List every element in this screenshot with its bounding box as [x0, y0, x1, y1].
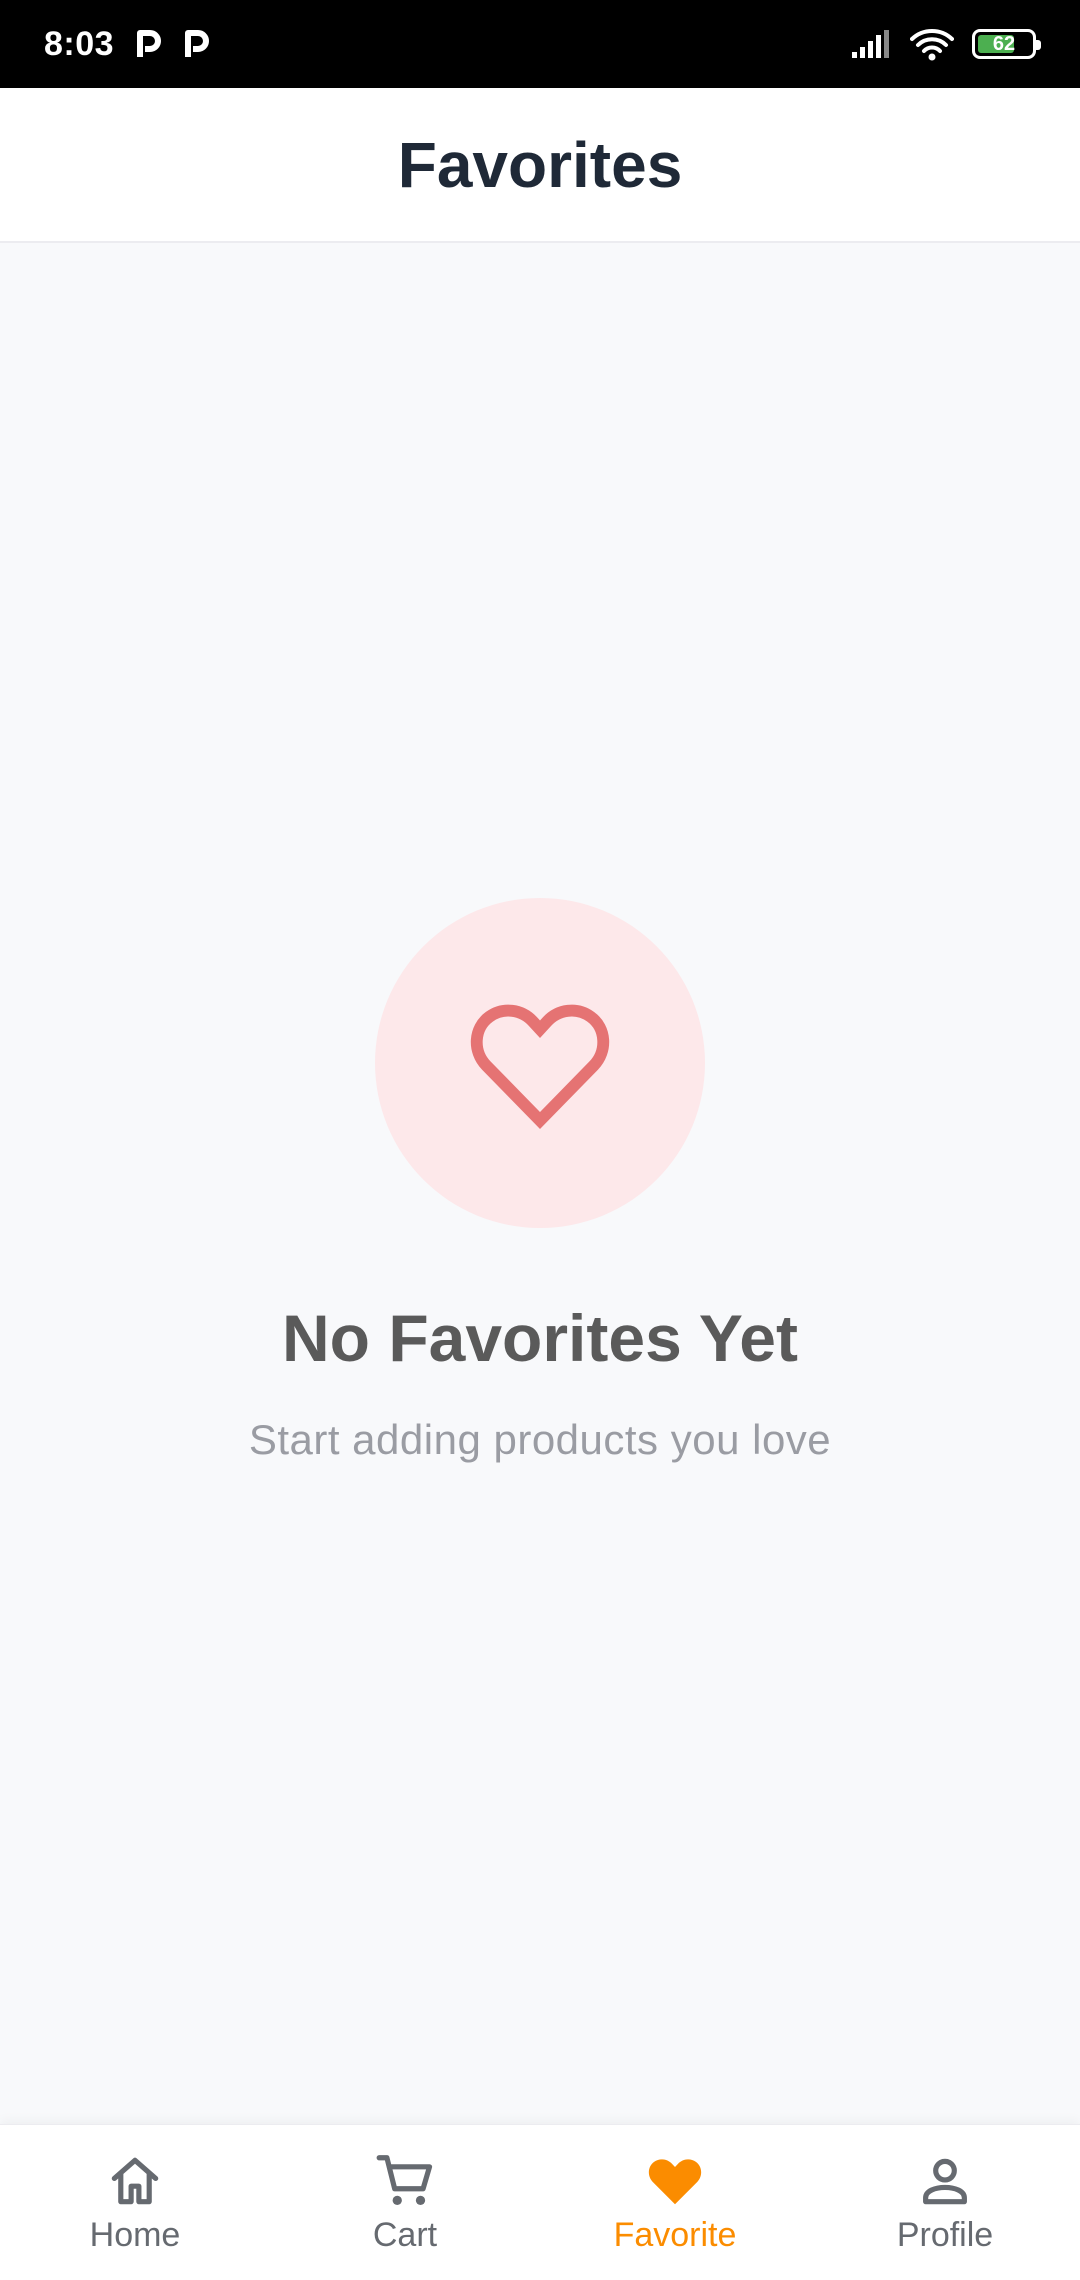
nav-label-home: Home — [89, 2216, 181, 2254]
nav-label-favorite: Favorite — [613, 2216, 737, 2254]
status-left: 8:03 — [44, 25, 210, 64]
status-bar: 8:03 62 — [0, 0, 1080, 88]
bottom-nav: Home Cart Favorite Profile — [0, 2124, 1080, 2280]
nav-item-favorite[interactable]: Favorite — [540, 2125, 810, 2280]
nav-item-profile[interactable]: Profile — [810, 2125, 1080, 2280]
status-time: 8:03 — [44, 24, 115, 63]
heart-outline-icon — [470, 1004, 610, 1129]
status-right: 62 — [850, 27, 1041, 61]
app-bar: Favorites — [0, 88, 1080, 243]
home-icon — [111, 2157, 159, 2205]
battery-level: 62 — [992, 32, 1016, 55]
empty-state: No Favorites Yet Start adding products y… — [0, 898, 1080, 1464]
nav-label-profile: Profile — [896, 2216, 994, 2254]
empty-state-title: No Favorites Yet — [282, 1301, 798, 1375]
favorites-screen: 8:03 62 Favorites No Favorites Yet Start… — [0, 0, 1080, 2280]
signal-icon — [852, 30, 889, 58]
parking-icon — [185, 30, 209, 57]
wifi-icon — [910, 29, 954, 61]
heart-icon — [648, 2159, 702, 2205]
parking-icon — [137, 30, 161, 57]
page-title: Favorites — [397, 128, 683, 201]
empty-state-subtitle: Start adding products you love — [248, 1416, 832, 1463]
heart-circle — [375, 898, 705, 1228]
person-icon — [923, 2158, 967, 2205]
cart-icon — [376, 2155, 433, 2206]
battery-icon: 62 — [972, 29, 1041, 59]
nav-item-home[interactable]: Home — [0, 2125, 270, 2280]
nav-label-cart: Cart — [372, 2216, 438, 2254]
nav-item-cart[interactable]: Cart — [270, 2125, 540, 2280]
